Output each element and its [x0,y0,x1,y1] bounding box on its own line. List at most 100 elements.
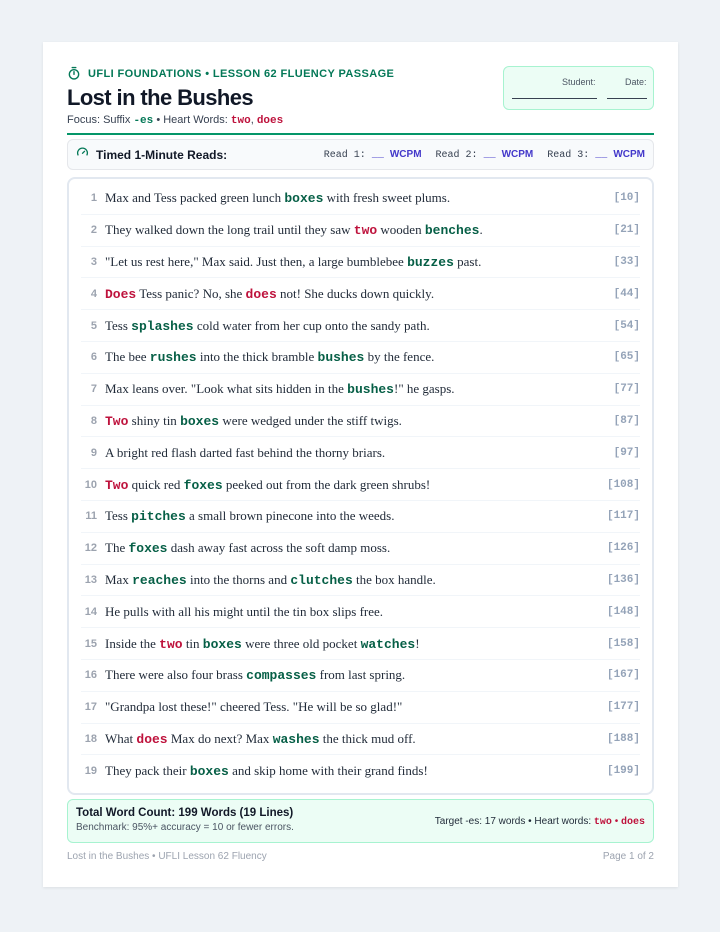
passage-line: 7 Max leans over. "Look what sits hidden … [81,374,640,406]
target-text: Target -es: 17 words • Heart words: [434,816,592,827]
heart-word: two [353,223,378,239]
text-segment: They walked down the long trail until th… [105,222,354,238]
suffix-es-word: buzzes [407,254,454,270]
heart-word-two: two [230,115,251,127]
passage-line: 14 He pulls with all his might until the … [81,596,640,629]
passage-line: 12 The foxes dash away fast across the so… [81,533,640,565]
heart-word: does [136,731,168,747]
cumulative-word-count: [97] [613,446,640,459]
summary-box: Total Word Count: 199 Words (19 Lines) B… [67,799,654,843]
footer-right: Page 1 of 2 [602,851,654,862]
suffix-es-word: bushes [347,382,394,398]
suffix-es-word: benches [424,223,480,239]
cumulative-word-count: [10] [613,192,640,205]
suffix-es-word: washes [272,731,320,747]
line-text: The foxes dash away fast across the soft… [105,540,390,556]
text-segment: Max do next? Max [167,730,273,746]
line-text: Two shiny tin boxes were wedged under th… [105,413,402,429]
text-segment: "Grandpa lost these!" cheered Tess. "He … [105,699,403,715]
text-segment: tin [182,635,203,651]
target-summary: Target -es: 17 words • Heart words: two … [435,816,645,828]
read-2[interactable]: Read 2: __ WCPM [436,149,534,161]
cumulative-word-count: [126] [606,542,640,555]
passage-line: 5 Tess splashes cold water from her cup o… [81,310,640,342]
line-number: 10 [84,478,97,491]
text-segment: wooden [377,222,425,238]
line-number: 5 [90,319,97,332]
passage-line: 17 "Grandpa lost these!" cheered Tess. "H… [81,692,640,724]
line-number: 13 [84,573,97,586]
read-3-blank: __ [595,149,608,161]
read-3-label: Read 3: [547,149,590,161]
read-1-unit: WCPM [389,148,422,160]
line-text: The bee rushes into the thick bramble bu… [105,349,434,365]
line-number: 9 [90,446,97,459]
read-3[interactable]: Read 3: __ WCPM [547,149,645,161]
line-text: They pack their boxes and skip home with… [105,763,428,779]
focus-suffix: -es [133,115,154,127]
suffix-es-word: compasses [246,668,317,684]
text-segment: from last spring. [316,667,406,683]
suffix-es-word: reaches [132,572,187,588]
passage-line: 3 "Let us rest here," Max said. Just then… [81,247,640,279]
suffix-es-word: watches [360,636,416,652]
date-field[interactable] [607,98,647,99]
student-date-box: Student: Date: [503,66,654,110]
heart-word-does: does [256,115,284,127]
suffix-es-word: clutches [290,572,353,588]
passage-line: 16 There were also four brass compasses f… [81,660,640,692]
line-number: 4 [90,287,97,300]
line-text: What does Max do next? Max washes the th… [105,731,416,747]
line-text: Max reaches into the thorns and clutches… [105,572,436,588]
line-number: 12 [84,542,97,555]
passage-line: 19 They pack their boxes and skip home wi… [81,755,640,787]
text-segment: The bee [105,349,150,365]
line-number: 16 [84,669,97,682]
student-name-field[interactable] [512,98,597,99]
cumulative-word-count: [199] [606,765,640,778]
text-segment: The [105,540,129,556]
focus-prefix: Focus: Suffix [67,114,131,126]
read-1[interactable]: Read 1: __ WCPM [324,149,422,161]
passage-line: 4 Does Tess panic? No, she does not! She … [81,278,640,311]
student-label: Student: [562,77,596,87]
line-number: 1 [90,192,97,205]
header: UFLI FOUNDATIONS • LESSON 62 FLUENCY PAS… [67,66,654,134]
summary-heart-sep: • [614,816,619,827]
timed-reads-bar: Timed 1-Minute Reads: Read 1: __ WCPM Re… [67,139,654,170]
footer-left: Lost in the Bushes • UFLI Lesson 62 Flue… [67,851,267,862]
text-segment: What [105,730,137,746]
passage-line: 18 What does Max do next? Max washes the … [81,724,640,756]
passage-box: 1 Max and Tess packed green lunch boxes w… [67,177,654,795]
cumulative-word-count: [87] [613,414,640,427]
cumulative-word-count: [136] [606,573,640,586]
line-text: Two quick red foxes peeked out from the … [105,477,430,493]
text-segment: . [479,222,483,238]
cumulative-word-count: [117] [606,510,640,523]
line-text: Inside the two tin boxes were three old … [105,636,420,652]
header-divider [67,133,654,135]
line-text: They walked down the long trail until th… [105,222,483,238]
heart-separator: , [250,114,254,126]
text-segment: by the fence. [364,349,435,365]
cumulative-word-count: [158] [606,637,640,650]
passage-line: 9 A bright red flash darted fast behind t… [81,437,640,470]
heart-word: Two [105,477,129,493]
line-number: 15 [84,637,97,650]
suffix-es-word: bushes [317,350,365,366]
line-text: "Grandpa lost these!" cheered Tess. "He … [105,699,402,715]
suffix-es-word: splashes [131,318,194,334]
line-text: Tess pitches a small brown pinecone into… [105,508,394,524]
cumulative-word-count: [108] [606,478,640,491]
text-segment: into the thorns and [186,571,291,587]
read-3-unit: WCPM [613,148,645,160]
line-text: Max and Tess packed green lunch boxes wi… [105,190,450,206]
line-number: 8 [90,414,97,427]
page-footer: Lost in the Bushes • UFLI Lesson 62 Flue… [67,851,654,862]
gauge-icon [76,146,89,164]
cumulative-word-count: [148] [606,605,640,618]
line-text: "Let us rest here," Max said. Just then,… [105,254,481,270]
date-label: Date: [625,77,647,87]
heart-word: two [159,636,183,652]
suffix-es-word: foxes [183,477,223,493]
